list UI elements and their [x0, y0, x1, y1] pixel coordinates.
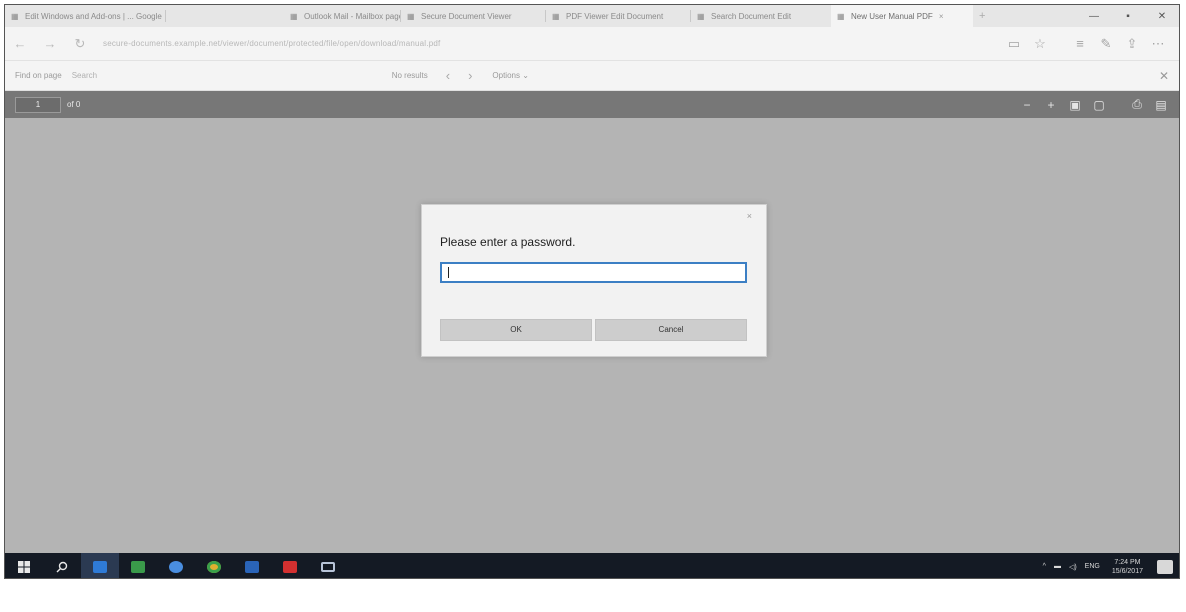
chevron-up-icon[interactable]: ^ [1043, 563, 1046, 570]
find-next-icon[interactable]: › [468, 68, 472, 83]
windows-icon [18, 560, 30, 573]
find-input[interactable]: Search [72, 71, 302, 80]
forward-button[interactable]: → [35, 36, 65, 51]
page-icon: ▦ [407, 11, 415, 21]
save-icon[interactable]: ▤ [1149, 98, 1173, 112]
clock-time: 7:24 PM [1114, 558, 1141, 566]
close-window-button[interactable]: ✕ [1145, 11, 1179, 22]
taskbar-app-outlook[interactable] [233, 553, 271, 578]
minimize-button[interactable]: — [1077, 11, 1111, 22]
taskbar-app-chrome[interactable] [195, 553, 233, 578]
favorite-star-icon[interactable]: ☆ [1027, 36, 1053, 52]
find-close-icon[interactable]: ✕ [1159, 69, 1169, 83]
address-bar-actions: ▭ ☆ ≡ ✎ ⇪ ⋯ [1001, 36, 1179, 52]
tab-close-icon[interactable]: × [939, 12, 944, 21]
edge-icon [93, 560, 107, 573]
back-button[interactable]: ← [5, 36, 35, 51]
refresh-button[interactable]: ↻ [65, 36, 95, 52]
cancel-button[interactable]: Cancel [595, 319, 747, 341]
start-button[interactable] [5, 553, 43, 578]
tab-label: Secure Document Viewer [421, 11, 512, 21]
battery-icon[interactable]: ▬ [1054, 563, 1061, 570]
taskbar-app-files[interactable] [119, 553, 157, 578]
language-indicator[interactable]: ENG [1085, 563, 1100, 570]
tab-2[interactable]: ▦ Secure Document Viewer [401, 5, 545, 27]
share-icon[interactable]: ⇪ [1119, 36, 1145, 52]
tablet-icon [321, 561, 335, 572]
tab-5-active[interactable]: ▦ New User Manual PDF × [831, 5, 973, 27]
new-tab-button[interactable]: + [973, 5, 999, 27]
tab-separator [165, 10, 166, 22]
taskbar: ^ ▬ ◁) ENG 7:24 PM 15/6/2017 [5, 553, 1179, 578]
chrome-icon [207, 560, 221, 573]
more-icon[interactable]: ⋯ [1145, 36, 1171, 52]
tab-label: Search Document Edit [711, 11, 792, 21]
volume-icon[interactable]: ◁) [1069, 563, 1077, 571]
system-tray: ^ ▬ ◁) ENG 7:24 PM 15/6/2017 [1035, 558, 1179, 576]
find-results: No results [391, 71, 428, 80]
tab-4[interactable]: ▦ Search Document Edit [691, 5, 831, 27]
search-icon [56, 561, 68, 572]
pdf-icon: ▦ [837, 11, 845, 21]
maximize-button[interactable]: ▪ [1111, 11, 1145, 22]
pdf-toolbar: 1 of 0 − + ▣ ▢ ⎙ ▤ [5, 91, 1179, 118]
tab-0[interactable]: ▦ Edit Windows and Add-ons | ... Google [5, 5, 165, 27]
fit-page-icon[interactable]: ▣ [1063, 98, 1087, 112]
screen-frame: ▦ Edit Windows and Add-ons | ... Google … [4, 4, 1180, 579]
acrobat-icon [283, 560, 297, 573]
outlook-icon [245, 560, 259, 573]
print-icon[interactable]: ⎙ [1125, 97, 1149, 112]
dialog-close-icon[interactable]: × [747, 211, 752, 221]
ok-button[interactable]: OK [440, 319, 592, 341]
globe-icon [169, 560, 183, 573]
page-icon: ▦ [552, 11, 560, 21]
tab-label: PDF Viewer Edit Document [566, 11, 664, 21]
address-bar: ← → ↻ secure-documents.example.net/viewe… [5, 27, 1179, 61]
tab-label: New User Manual PDF [851, 11, 933, 21]
password-dialog: × Please enter a password. OK Cancel [421, 204, 767, 357]
rotate-icon[interactable]: ▢ [1087, 98, 1111, 112]
tab-3[interactable]: ▦ PDF Viewer Edit Document [546, 5, 690, 27]
taskbar-app-globe[interactable] [157, 553, 195, 578]
taskbar-app-acrobat[interactable] [271, 553, 309, 578]
page-total: of 0 [67, 100, 81, 109]
find-prev-icon[interactable]: ‹ [446, 68, 450, 83]
tab-1[interactable]: ▦ Outlook Mail - Mailbox page [284, 5, 400, 27]
web-note-icon[interactable]: ✎ [1093, 36, 1119, 52]
page-number-input[interactable]: 1 [15, 96, 61, 113]
search-button[interactable] [43, 553, 81, 578]
taskbar-app-edge[interactable] [81, 553, 119, 578]
hub-icon[interactable]: ≡ [1067, 36, 1093, 51]
clock[interactable]: 7:24 PM 15/6/2017 [1112, 558, 1143, 576]
text-caret [448, 267, 449, 278]
reading-view-icon[interactable]: ▭ [1001, 36, 1027, 52]
clock-date: 15/6/2017 [1111, 567, 1143, 575]
tab-label: Outlook Mail - Mailbox page [304, 11, 400, 21]
action-center-icon[interactable] [1157, 559, 1173, 574]
page-icon: ▦ [697, 11, 705, 21]
window-controls: — ▪ ✕ [1077, 5, 1179, 27]
file-explorer-icon [131, 560, 145, 573]
password-input[interactable] [440, 262, 747, 283]
tab-label: Edit Windows and Add-ons | ... Google [25, 11, 162, 21]
pdf-tools: − + ▣ ▢ ⎙ ▤ [1015, 97, 1179, 112]
page-icon: ▦ [11, 11, 19, 21]
tab-bar: ▦ Edit Windows and Add-ons | ... Google … [5, 5, 1179, 27]
taskbar-app-tablet[interactable] [309, 553, 347, 578]
find-label: Find on page [15, 71, 62, 80]
page-icon: ▦ [290, 11, 298, 21]
url-field[interactable]: secure-documents.example.net/viewer/docu… [103, 39, 1001, 48]
dialog-message: Please enter a password. [440, 235, 576, 249]
zoom-in-icon[interactable]: + [1039, 98, 1063, 112]
zoom-out-icon[interactable]: − [1015, 98, 1039, 112]
find-bar: Find on page Search No results ‹ › Optio… [5, 61, 1179, 91]
find-options-button[interactable]: Options ⌄ [492, 71, 529, 80]
